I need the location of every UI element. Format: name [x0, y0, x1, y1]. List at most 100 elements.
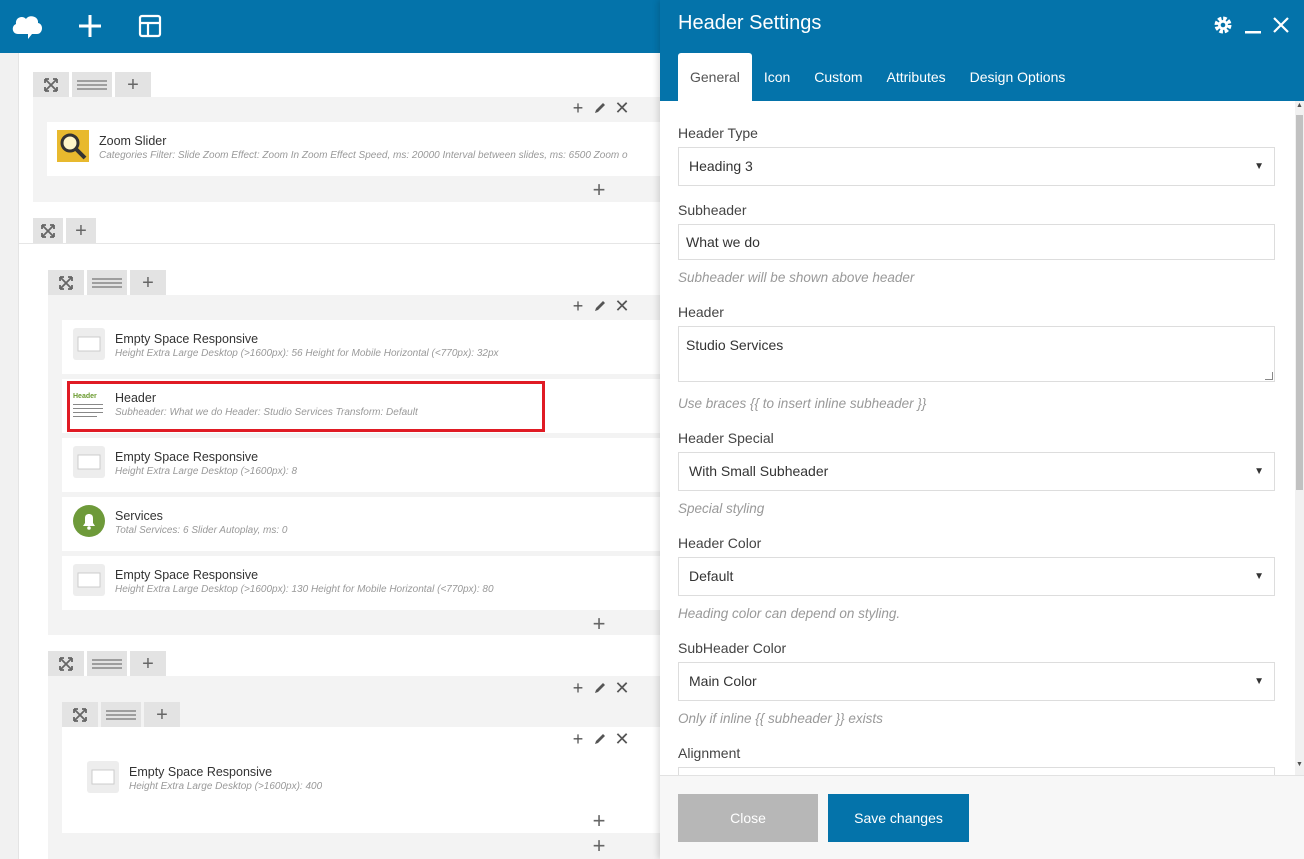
element-empty-space[interactable]: Empty Space Responsive Height Extra Larg…	[62, 438, 660, 492]
scroll-down-icon[interactable]: ▼	[1295, 761, 1304, 768]
column-actions: + ✕	[570, 730, 630, 748]
column-actions: + ✕	[570, 679, 630, 697]
add-element-icon[interactable]	[73, 9, 107, 43]
row-controls: +	[33, 72, 154, 97]
subheader-color-select[interactable]: Main Color ▼	[678, 662, 1275, 701]
subheader-color-help: Only if inline {{ subheader }} exists	[678, 711, 883, 726]
select-value: With Small Subheader	[689, 463, 829, 479]
add-icon[interactable]: +	[570, 297, 586, 315]
save-changes-button[interactable]: Save changes	[828, 794, 969, 842]
row-layout-icon[interactable]	[87, 651, 127, 676]
scrollbar-thumb[interactable]	[1296, 115, 1303, 490]
close-icon[interactable]: ✕	[614, 730, 630, 748]
header-color-help: Heading color can depend on styling.	[678, 606, 901, 621]
builder-canvas: + + ✕ Zoom Slider Categories Filter: Sli…	[18, 53, 660, 859]
element-title: Zoom Slider	[99, 134, 167, 148]
header-type-select[interactable]: Heading 3 ▼	[678, 147, 1275, 186]
element-description: Height Extra Large Desktop (>1600px): 56…	[115, 348, 499, 359]
edit-pencil-icon[interactable]	[592, 298, 608, 314]
panel-header: Header Settings General Icon Custom Attr…	[660, 0, 1304, 101]
panel-scrollbar[interactable]: ▲ ▼	[1295, 101, 1304, 775]
element-title: Empty Space Responsive	[115, 568, 259, 582]
element-title: Empty Space Responsive	[129, 765, 273, 779]
section-divider	[19, 243, 660, 244]
resize-grip-icon[interactable]	[1265, 372, 1273, 380]
element-empty-space[interactable]: Empty Space Responsive Height Extra Larg…	[62, 320, 660, 374]
header-special-label: Header Special	[678, 430, 774, 446]
add-icon[interactable]: +	[570, 99, 586, 117]
expand-icon[interactable]	[48, 651, 84, 676]
tab-icon[interactable]: Icon	[752, 53, 802, 101]
subheader-color-label: SubHeader Color	[678, 640, 787, 656]
add-column-icon[interactable]: +	[144, 702, 180, 727]
column-actions: + ✕	[570, 297, 630, 315]
empty-space-icon	[87, 761, 119, 793]
close-icon[interactable]: ✕	[614, 297, 630, 315]
alignment-label: Alignment	[678, 745, 741, 761]
header-special-select[interactable]: With Small Subheader ▼	[678, 452, 1275, 491]
element-services[interactable]: Services Total Services: 6 Slider Autopl…	[62, 497, 660, 551]
tab-general[interactable]: General	[678, 53, 752, 101]
edit-pencil-icon[interactable]	[592, 680, 608, 696]
panel-header-actions	[1212, 14, 1290, 41]
expand-icon[interactable]	[62, 702, 98, 727]
tab-attributes[interactable]: Attributes	[875, 53, 958, 101]
add-column-icon[interactable]: +	[130, 651, 166, 676]
element-zoom-slider[interactable]: Zoom Slider Categories Filter: Slide Zoo…	[47, 122, 660, 176]
add-element-icon[interactable]: +	[589, 613, 609, 635]
caret-down-icon: ▼	[1254, 571, 1264, 582]
header-color-select[interactable]: Default ▼	[678, 557, 1275, 596]
minimize-icon[interactable]	[1244, 14, 1262, 41]
element-title: Empty Space Responsive	[115, 450, 259, 464]
row-layout-icon[interactable]	[87, 270, 127, 295]
add-element-icon[interactable]: +	[589, 810, 609, 832]
cloud-logo-icon[interactable]	[10, 9, 44, 43]
settings-tabs: General Icon Custom Attributes Design Op…	[678, 53, 1077, 101]
header-label: Header	[678, 304, 724, 320]
close-icon[interactable]: ✕	[614, 679, 630, 697]
layout-icon[interactable]	[133, 9, 167, 43]
subheader-input[interactable]: What we do	[678, 224, 1275, 260]
expand-icon[interactable]	[48, 270, 84, 295]
row-layout-icon[interactable]	[72, 72, 112, 97]
close-icon[interactable]	[1272, 16, 1290, 39]
tab-design-options[interactable]: Design Options	[958, 53, 1078, 101]
tab-custom[interactable]: Custom	[802, 53, 874, 101]
select-value: Main Color	[689, 673, 757, 689]
element-description: Total Services: 6 Slider Autoplay, ms: 0	[115, 525, 288, 536]
header-type-label: Header Type	[678, 125, 758, 141]
add-icon[interactable]: +	[570, 679, 586, 697]
row-layout-icon[interactable]	[101, 702, 141, 727]
element-title: Empty Space Responsive	[115, 332, 259, 346]
edit-pencil-icon[interactable]	[592, 100, 608, 116]
subheader-help: Subheader will be shown above header	[678, 270, 915, 285]
expand-icon[interactable]	[33, 72, 69, 97]
header-settings-panel: Header Settings General Icon Custom Attr…	[660, 0, 1304, 859]
add-column-icon[interactable]: +	[115, 72, 151, 97]
selected-element-highlight	[67, 381, 545, 432]
element-empty-space[interactable]: Empty Space Responsive Height Extra Larg…	[76, 753, 660, 807]
bell-icon	[73, 505, 105, 537]
add-icon[interactable]: +	[570, 730, 586, 748]
add-row-icon[interactable]: +	[66, 218, 96, 243]
add-element-icon[interactable]: +	[589, 835, 609, 857]
row-controls: +	[48, 270, 169, 295]
select-value: Heading 3	[689, 158, 753, 174]
add-element-icon[interactable]: +	[589, 179, 609, 201]
header-textarea[interactable]: Studio Services	[678, 326, 1275, 382]
inner-row-controls: +	[62, 702, 183, 727]
add-column-icon[interactable]: +	[130, 270, 166, 295]
magnifier-icon	[57, 130, 89, 162]
close-icon[interactable]: ✕	[614, 99, 630, 117]
header-special-help: Special styling	[678, 501, 765, 516]
edit-pencil-icon[interactable]	[592, 731, 608, 747]
expand-icon[interactable]	[33, 218, 63, 243]
scroll-up-icon[interactable]: ▲	[1295, 102, 1304, 109]
close-button[interactable]: Close	[678, 794, 818, 842]
gear-icon[interactable]	[1212, 14, 1234, 41]
header-color-label: Header Color	[678, 535, 762, 551]
empty-space-icon	[73, 446, 105, 478]
alignment-select[interactable]	[678, 767, 1275, 775]
subheader-label: Subheader	[678, 202, 747, 218]
element-empty-space[interactable]: Empty Space Responsive Height Extra Larg…	[62, 556, 660, 610]
